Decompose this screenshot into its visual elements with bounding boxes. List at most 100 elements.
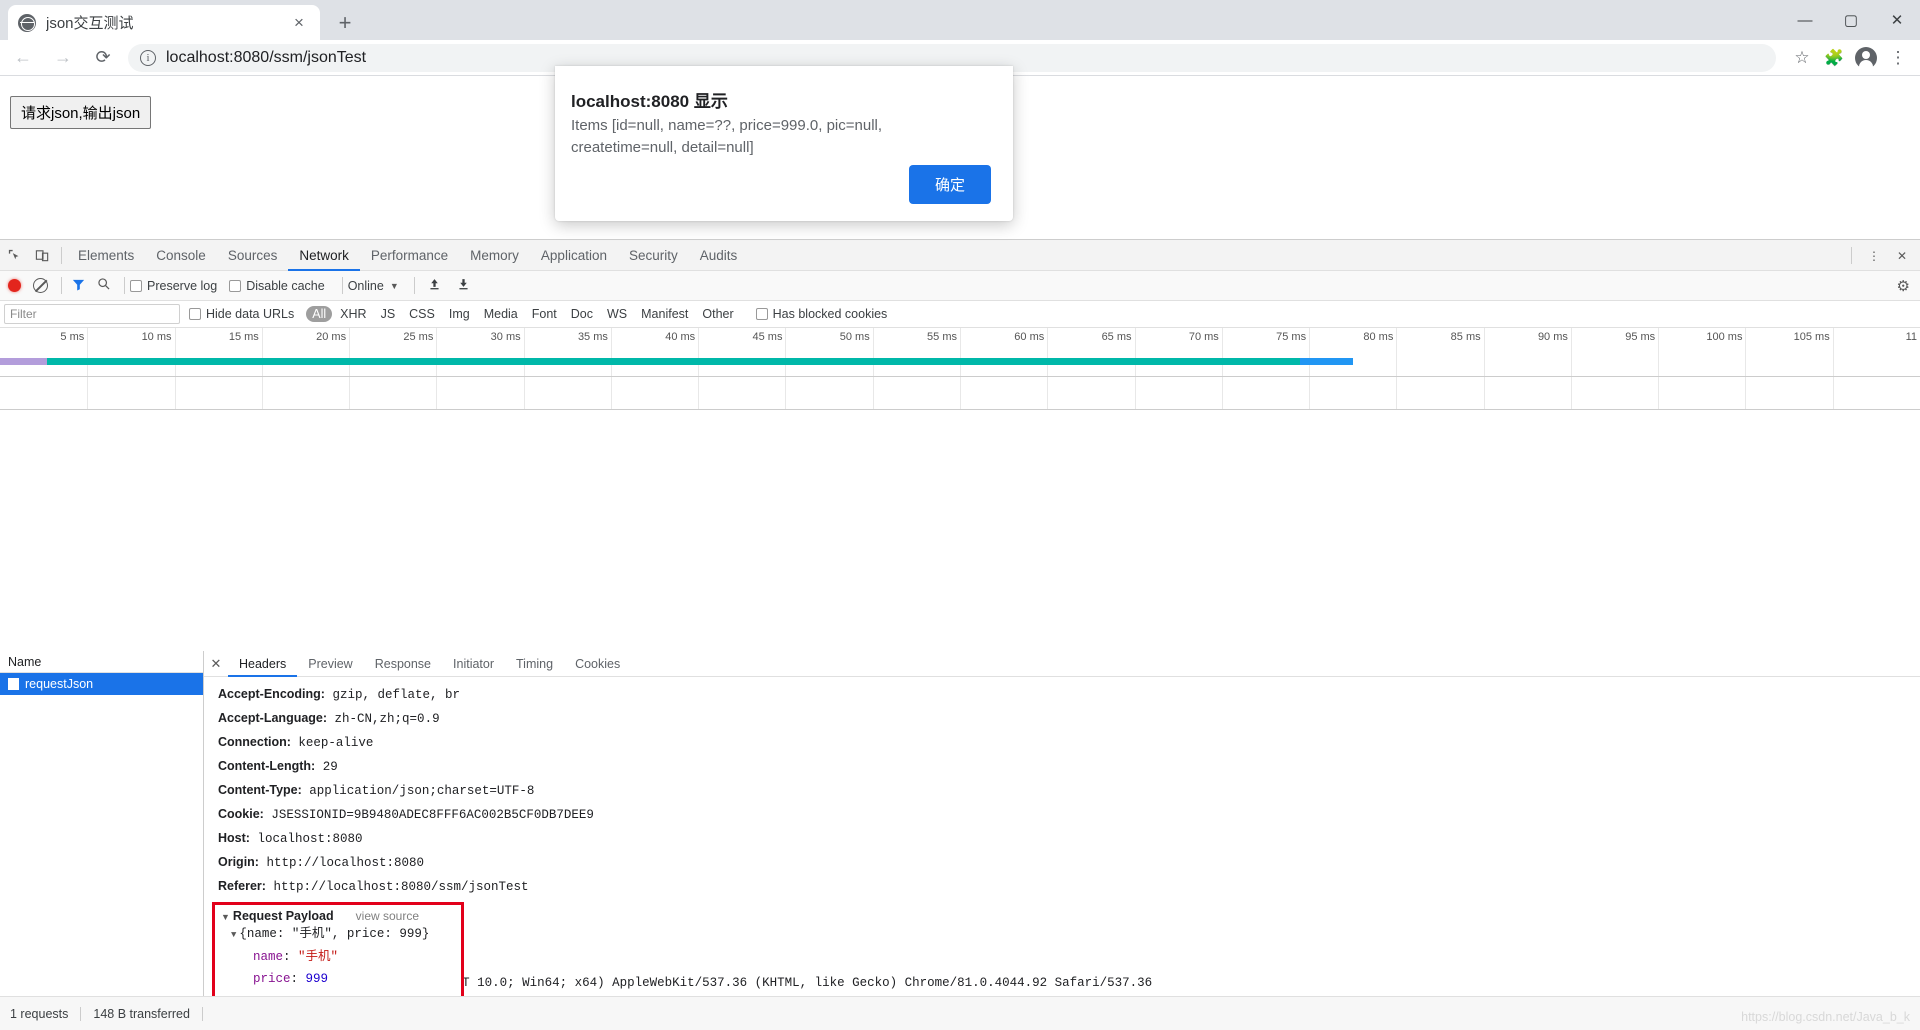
- inspect-element-icon[interactable]: [0, 242, 28, 268]
- detail-tab-timing[interactable]: Timing: [505, 651, 564, 677]
- request-json-button[interactable]: 请求json,输出json: [10, 96, 152, 129]
- detail-tab-initiator[interactable]: Initiator: [442, 651, 505, 677]
- tab-audits[interactable]: Audits: [689, 240, 749, 271]
- filter-type-ws[interactable]: WS: [601, 306, 633, 322]
- request-detail-tabs: ✕ Headers Preview Response Initiator Timing C…: [204, 651, 1920, 677]
- timeline-tick-label: 55 ms: [927, 331, 957, 343]
- forward-icon[interactable]: →: [46, 41, 80, 75]
- request-payload-title[interactable]: ▼ Request Payload view source: [221, 909, 461, 923]
- hide-data-urls-checkbox[interactable]: Hide data URLs: [189, 307, 294, 321]
- toolbar-right-icons: ☆ 🧩 ⋮: [1786, 42, 1914, 74]
- throttling-select[interactable]: Online: [348, 279, 384, 293]
- header-row: Sec-Fetch-Mode: cors: [218, 923, 1920, 947]
- funnel-icon[interactable]: [71, 277, 87, 295]
- filter-type-doc[interactable]: Doc: [565, 306, 599, 322]
- site-info-icon[interactable]: i: [140, 49, 156, 66]
- timeline-tick: 70 ms: [1189, 328, 1223, 409]
- url-text: localhost:8080/ssm/jsonTest: [166, 48, 367, 66]
- transferred-size: 148 B transferred: [93, 1006, 190, 1021]
- search-icon[interactable]: [97, 277, 111, 294]
- timeline-tick: 55 ms: [927, 328, 961, 409]
- timeline-tick: 60 ms: [1014, 328, 1049, 409]
- table-row[interactable]: requestJson: [0, 673, 203, 695]
- payload-key: price: [253, 972, 291, 986]
- devtools-more-icon[interactable]: ⋮: [1860, 243, 1888, 269]
- bookmark-star-icon[interactable]: ☆: [1786, 42, 1818, 74]
- device-toolbar-icon[interactable]: [28, 242, 56, 268]
- timeline-tick-label: 25 ms: [403, 331, 434, 343]
- filter-type-manifest[interactable]: Manifest: [635, 306, 694, 322]
- preserve-log-label: Preserve log: [147, 278, 218, 293]
- chevron-down-icon[interactable]: ▼: [390, 281, 399, 291]
- new-tab-button[interactable]: +: [330, 8, 360, 38]
- browser-menu-icon[interactable]: ⋮: [1882, 42, 1914, 74]
- filter-input[interactable]: Filter: [4, 304, 180, 324]
- tab-performance[interactable]: Performance: [360, 240, 459, 271]
- tab-application[interactable]: Application: [530, 240, 618, 271]
- timeline-tick: 10 ms: [142, 328, 176, 409]
- header-name: Content-Type:: [218, 783, 302, 797]
- filter-type-css[interactable]: CSS: [403, 306, 441, 322]
- payload-entry: price: 999: [253, 972, 329, 986]
- watermark-text: https://blog.csdn.net/Java_b_k: [1741, 1010, 1910, 1024]
- filter-type-media[interactable]: Media: [478, 306, 524, 322]
- detail-tab-preview[interactable]: Preview: [297, 651, 363, 677]
- timeline-tick-label: 100 ms: [1706, 331, 1743, 343]
- view-source-link[interactable]: view source: [356, 909, 419, 923]
- network-timeline-overview[interactable]: 5 ms 10 ms 15 ms 20 ms 25 ms 30 ms 35 ms 40 ms 4…: [0, 328, 1920, 410]
- download-icon[interactable]: [457, 277, 470, 294]
- back-icon[interactable]: ←: [6, 41, 40, 75]
- extensions-puzzle-icon[interactable]: 🧩: [1818, 42, 1850, 74]
- dialog-confirm-button[interactable]: 确定: [908, 165, 991, 204]
- chevron-down-icon[interactable]: ▼: [221, 912, 230, 922]
- minimize-icon[interactable]: —: [1782, 0, 1828, 40]
- timeline-tick: 75 ms: [1276, 328, 1311, 409]
- close-icon[interactable]: ×: [288, 12, 310, 34]
- devtools-close-icon[interactable]: ✕: [1888, 243, 1916, 269]
- tab-elements[interactable]: Elements: [67, 240, 145, 271]
- tab-security[interactable]: Security: [618, 240, 689, 271]
- record-icon[interactable]: [8, 279, 21, 292]
- payload-entry: name: "手机": [253, 950, 339, 964]
- filter-type-img[interactable]: Img: [443, 306, 476, 322]
- maximize-icon[interactable]: ▢: [1828, 0, 1874, 40]
- detail-tab-cookies[interactable]: Cookies: [564, 651, 631, 677]
- reload-icon[interactable]: ⟳: [86, 41, 120, 75]
- filter-type-other[interactable]: Other: [696, 306, 739, 322]
- devtools-tabbar: Elements Console Sources Network Performance…: [0, 240, 1920, 271]
- filter-type-all[interactable]: All: [306, 306, 333, 322]
- gear-icon[interactable]: ⚙: [1897, 277, 1910, 295]
- timeline-tick: 35 ms: [578, 328, 612, 409]
- tab-sources[interactable]: Sources: [217, 240, 289, 271]
- timeline-bar-segment: [0, 358, 47, 365]
- header-row: Sec-Fetch-Dest: empty: [218, 899, 1920, 923]
- dialog-title: localhost:8080 显示: [571, 92, 728, 111]
- window-close-icon[interactable]: ✕: [1874, 0, 1920, 40]
- has-blocked-cookies-label: Has blocked cookies: [772, 307, 888, 321]
- filter-type-xhr[interactable]: XHR: [334, 306, 372, 322]
- header-value: JSESSIONID=9B9480ADEC8FFF6AC002B5CF0DB7D…: [263, 808, 594, 822]
- header-row: Referer: http://localhost:8080/ssm/jsonT…: [218, 875, 1920, 899]
- timeline-tick-label: 35 ms: [577, 331, 608, 343]
- detail-tab-headers[interactable]: Headers: [228, 651, 297, 677]
- detail-close-icon[interactable]: ✕: [204, 656, 228, 672]
- tab-network[interactable]: Network: [288, 240, 360, 271]
- timeline-tick-label: 45 ms: [752, 331, 783, 343]
- payload-summary[interactable]: ▼ {name: "手机", price: 999}: [221, 923, 461, 946]
- tab-console[interactable]: Console: [145, 240, 217, 271]
- preserve-log-checkbox[interactable]: Preserve log: [130, 279, 217, 293]
- tab-memory[interactable]: Memory: [459, 240, 530, 271]
- upload-icon[interactable]: [428, 277, 441, 294]
- clear-icon[interactable]: [33, 278, 48, 293]
- payload-key: name: [253, 950, 284, 964]
- filter-type-font[interactable]: Font: [526, 306, 563, 322]
- disable-cache-checkbox[interactable]: Disable cache: [229, 279, 325, 293]
- detail-tab-response[interactable]: Response: [364, 651, 442, 677]
- filter-type-js[interactable]: JS: [375, 306, 402, 322]
- dialog-message: Items [id=null, name=??, price=999.0, pi…: [571, 117, 883, 156]
- has-blocked-cookies-checkbox[interactable]: Has blocked cookies: [755, 307, 888, 321]
- header-row: Connection: keep-alive: [218, 731, 1920, 755]
- browser-tab[interactable]: json交互测试 ×: [8, 5, 320, 40]
- avatar[interactable]: [1850, 42, 1882, 74]
- chevron-down-icon[interactable]: ▼: [231, 930, 236, 940]
